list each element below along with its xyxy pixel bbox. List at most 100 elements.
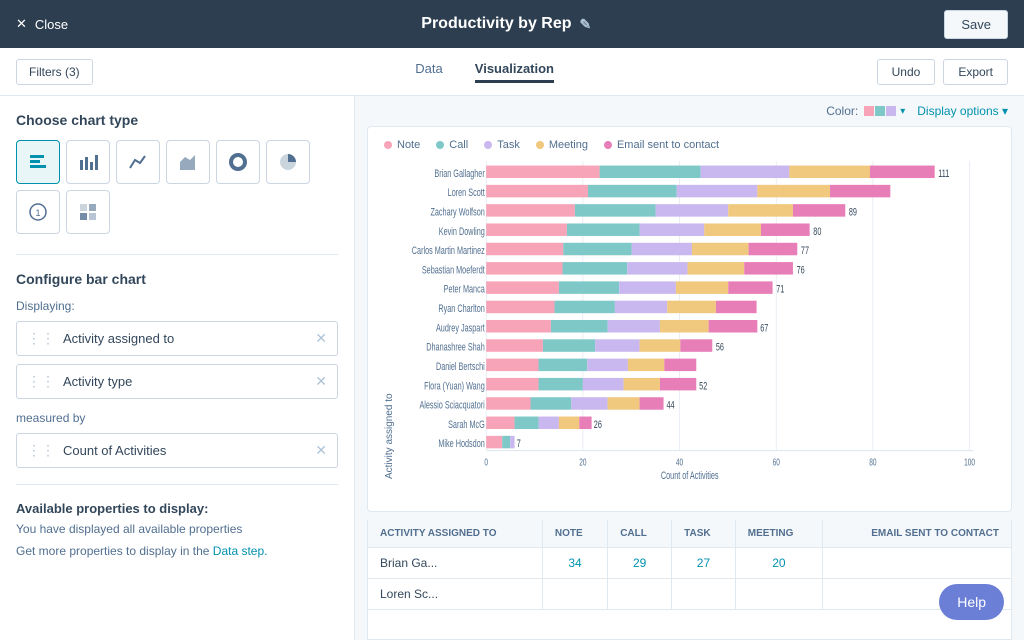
display-item-label-2: Activity type [63, 374, 132, 389]
drag-handle-icon[interactable]: ⋮⋮ [27, 330, 55, 347]
svg-text:Audrey Jaspart: Audrey Jaspart [436, 322, 485, 335]
legend-call: Call [436, 139, 468, 151]
svg-text:1: 1 [35, 208, 40, 218]
tab-visualization[interactable]: Visualization [475, 61, 554, 83]
color-chevron-icon: ▾ [900, 106, 905, 117]
measured-item: ⋮⋮ Count of Activities ✕ [16, 433, 338, 468]
row-task: 27 [672, 548, 736, 579]
header-actions: Save [944, 10, 1008, 39]
row-note: 34 [542, 548, 607, 579]
svg-text:0: 0 [484, 456, 488, 468]
export-button[interactable]: Export [943, 59, 1008, 85]
chart-type-number[interactable]: 1 [16, 190, 60, 234]
header: ✕ Close Productivity by Rep ✎ Save [0, 0, 1024, 48]
chart-type-line[interactable] [116, 140, 160, 184]
svg-text:Carlos Martin Martinez: Carlos Martin Martinez [412, 245, 485, 258]
row-meeting [735, 579, 822, 610]
bar-chart-svg: Brian Gallagher 111 Loren Scott [399, 161, 995, 479]
svg-text:Daniel Bertschi: Daniel Bertschi [436, 360, 485, 373]
configure-title: Configure bar chart [16, 271, 338, 287]
svg-text:Alessio Sciacquatori: Alessio Sciacquatori [419, 399, 484, 412]
chart-legend: Note Call Task Meeting Email sent to con… [384, 139, 995, 151]
display-options-chevron-icon: ▾ [1002, 104, 1008, 118]
svg-text:Loren Scott: Loren Scott [448, 187, 485, 200]
svg-text:71: 71 [776, 283, 784, 296]
svg-text:76: 76 [797, 264, 805, 277]
svg-text:7: 7 [517, 438, 521, 451]
svg-text:Peter Manca: Peter Manca [444, 283, 486, 296]
row-meeting: 20 [735, 548, 822, 579]
table-row: Brian Ga... 34 29 27 20 [368, 548, 1011, 579]
col-email: EMAIL SENT TO CONTACT [823, 520, 1011, 548]
svg-text:Dhanashree Shah: Dhanashree Shah [426, 341, 484, 354]
legend-task: Task [484, 139, 520, 151]
available-sub: You have displayed all available propert… [16, 522, 338, 536]
svg-text:40: 40 [676, 456, 683, 468]
y-axis-label: Activity assigned to [384, 161, 395, 479]
svg-text:Flora (Yuan) Wang: Flora (Yuan) Wang [424, 380, 485, 393]
chart-type-selector: 1 [16, 140, 338, 234]
chart-type-title: Choose chart type [16, 112, 338, 128]
toolbar-right: Undo Export [877, 59, 1008, 85]
remove-item-1-button[interactable]: ✕ [315, 330, 327, 347]
svg-text:60: 60 [773, 456, 780, 468]
svg-text:44: 44 [666, 399, 675, 412]
color-control[interactable]: Color: ▾ [826, 104, 905, 118]
chart-type-heatmap[interactable] [66, 190, 110, 234]
col-task: TASK [672, 520, 736, 548]
chart-type-horizontal-bar[interactable] [16, 140, 60, 184]
svg-text:80: 80 [869, 456, 876, 468]
chart-container: Note Call Task Meeting Email sent to con… [367, 126, 1012, 512]
close-label: Close [35, 17, 68, 32]
svg-text:Count of Activities: Count of Activities [661, 469, 719, 479]
close-icon: ✕ [16, 16, 27, 32]
svg-text:67: 67 [760, 322, 768, 335]
report-title: Productivity by Rep ✎ [421, 15, 591, 33]
row-name: Loren Sc... [368, 579, 542, 610]
toolbar-left: Filters (3) [16, 59, 93, 85]
drag-handle-icon-2[interactable]: ⋮⋮ [27, 373, 55, 390]
chart-type-donut[interactable] [216, 140, 260, 184]
row-call [608, 579, 672, 610]
row-call: 29 [608, 548, 672, 579]
display-options-button[interactable]: Display options ▾ [917, 104, 1008, 118]
help-button[interactable]: Help [939, 584, 1004, 620]
remove-measured-button[interactable]: ✕ [315, 442, 327, 459]
available-title: Available properties to display: [16, 501, 338, 516]
edit-icon[interactable]: ✎ [580, 16, 592, 33]
color-label: Color: [826, 104, 858, 118]
measured-item-label: Count of Activities [63, 443, 166, 458]
svg-text:Mike Hodsdon: Mike Hodsdon [438, 438, 484, 451]
right-panel: Color: ▾ Display options ▾ Note [355, 96, 1024, 640]
svg-text:Ryan Charlton: Ryan Charlton [438, 303, 484, 316]
col-call: CALL [608, 520, 672, 548]
display-item-label-1: Activity assigned to [63, 331, 174, 346]
chart-type-vertical-bar[interactable] [66, 140, 110, 184]
save-button[interactable]: Save [944, 10, 1008, 39]
svg-text:100: 100 [964, 456, 975, 468]
svg-text:52: 52 [699, 380, 707, 393]
tab-data[interactable]: Data [415, 61, 442, 82]
col-assigned-to: ACTIVITY ASSIGNED TO [368, 520, 542, 548]
data-step-link[interactable]: Data step. [213, 544, 268, 558]
data-step-text: Get more properties to display in the Da… [16, 544, 338, 558]
svg-text:Kevin Dowling: Kevin Dowling [439, 225, 485, 238]
display-item-assigned-to: ⋮⋮ Activity assigned to ✕ [16, 321, 338, 356]
display-item-type: ⋮⋮ Activity type ✕ [16, 364, 338, 399]
filters-button[interactable]: Filters (3) [16, 59, 93, 85]
svg-text:Zachary Wolfson: Zachary Wolfson [430, 206, 484, 219]
chart-type-area[interactable] [166, 140, 210, 184]
svg-text:Brian Gallagher: Brian Gallagher [434, 167, 485, 180]
left-panel: Choose chart type 1 [0, 96, 355, 640]
toolbar: Filters (3) Data Visualization Undo Expo… [0, 48, 1024, 96]
svg-text:56: 56 [716, 341, 724, 354]
close-button[interactable]: ✕ Close [16, 16, 68, 32]
displaying-label: Displaying: [16, 299, 338, 313]
remove-item-2-button[interactable]: ✕ [315, 373, 327, 390]
drag-handle-icon-3[interactable]: ⋮⋮ [27, 442, 55, 459]
svg-text:26: 26 [594, 418, 602, 431]
svg-text:77: 77 [801, 245, 809, 258]
undo-button[interactable]: Undo [877, 59, 936, 85]
row-name: Brian Ga... [368, 548, 542, 579]
chart-type-pie[interactable] [266, 140, 310, 184]
